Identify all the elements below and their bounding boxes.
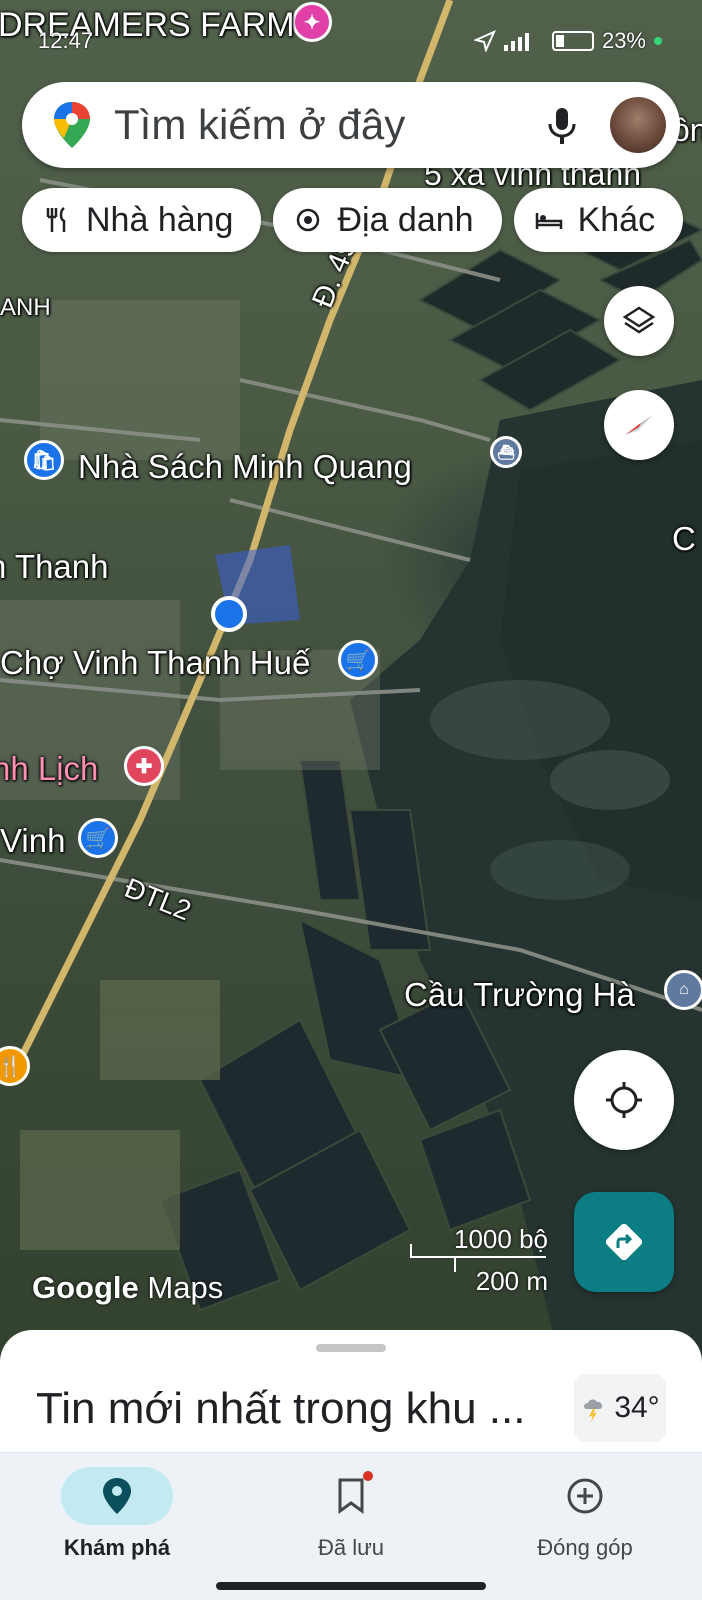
nav-label: Đóng góp: [537, 1535, 633, 1560]
chip-hotel[interactable]: Khác: [513, 188, 684, 252]
weather-badge[interactable]: 34°: [574, 1374, 666, 1442]
nav-icon-container: [61, 1467, 173, 1525]
thunderstorm-icon: [584, 1399, 603, 1422]
chip-label: Địa danh: [337, 200, 474, 239]
signal-icon: [503, 33, 529, 51]
my-location-icon: [606, 1082, 642, 1118]
map-label-lich[interactable]: nh Lịch: [0, 750, 98, 788]
my-location-button[interactable]: [574, 1050, 674, 1150]
map-pin-pink-icon[interactable]: ✦: [292, 2, 332, 42]
shopping-pin-icon[interactable]: 🛍: [24, 440, 64, 480]
market-pin-icon[interactable]: 🛒: [338, 640, 378, 680]
compass-button[interactable]: [604, 390, 674, 460]
category-chips: Nhà hàng Địa danh Khác: [22, 188, 684, 252]
chip-landmark[interactable]: Địa danh: [273, 188, 502, 252]
scale-metric: 200 m: [475, 1266, 548, 1296]
location-pin-icon: [103, 1478, 131, 1514]
mic-icon[interactable]: [542, 100, 582, 150]
bottom-nav: Khám phá Đã lưu Đóng góp: [0, 1452, 702, 1600]
map-scale: 1000 bộ 200 m: [408, 1224, 548, 1296]
chip-restaurant[interactable]: Nhà hàng: [22, 188, 262, 252]
scale-imperial: 1000 bộ: [454, 1224, 548, 1254]
bottom-sheet[interactable]: Tin mới nhất trong khu ... 34°: [0, 1330, 702, 1460]
map-label-cho[interactable]: Chợ Vinh Thanh Huế: [0, 644, 310, 682]
nav-label: Đã lưu: [317, 1535, 385, 1560]
layers-icon: [622, 306, 656, 334]
search-input[interactable]: Tìm kiếm ở đây: [114, 101, 542, 149]
nav-explore[interactable]: Khám phá: [0, 1453, 234, 1583]
restaurant-icon: [46, 207, 66, 232]
nav-icon-container: [529, 1467, 641, 1525]
compass-icon: [625, 415, 653, 435]
directions-icon: [605, 1223, 643, 1261]
avatar[interactable]: [610, 97, 666, 153]
home-indicator[interactable]: [216, 1582, 486, 1590]
map-label-thanh: h Thanh: [0, 548, 109, 585]
scale-tick: [454, 1256, 456, 1272]
shopping-cart-pin-icon[interactable]: 🛒: [78, 818, 118, 858]
hospital-pin-icon[interactable]: ✚: [124, 746, 164, 786]
ferry-pin-icon[interactable]: ⛴: [490, 436, 522, 468]
google-maps-attribution: Google Maps: [32, 1270, 223, 1306]
map-label-edge-c: C: [672, 520, 696, 557]
status-time: 12:47: [38, 28, 94, 53]
search-bar[interactable]: Tìm kiếm ở đây: [22, 82, 680, 168]
nav-saved[interactable]: Đã lưu: [234, 1453, 468, 1583]
privacy-indicator-icon: [654, 37, 662, 45]
nav-icon-container: [295, 1467, 407, 1525]
status-icons: 23%: [473, 28, 662, 54]
map-label-anh: ANH: [0, 294, 51, 321]
notification-dot: [363, 1471, 373, 1481]
map-label-nha-sach[interactable]: Nhà Sách Minh Quang: [78, 448, 412, 486]
bookmark-icon: [338, 1478, 364, 1514]
weather-temp: 34°: [614, 1391, 660, 1424]
scale-line: [410, 1256, 546, 1258]
location-arrow-icon: [473, 30, 496, 52]
maps-wordmark: Maps: [147, 1270, 224, 1305]
battery-icon: [551, 31, 594, 51]
map-label-vinh: Vinh: [0, 822, 66, 859]
google-maps-pin-icon: [54, 102, 90, 148]
google-wordmark: Google: [32, 1270, 139, 1305]
landmark-icon: [297, 208, 320, 232]
nav-contribute[interactable]: Đóng góp: [468, 1453, 702, 1583]
nav-label: Khám phá: [63, 1535, 171, 1560]
hotel-icon: [535, 213, 562, 229]
map-label-cau[interactable]: Cầu Trường Hà: [404, 976, 635, 1014]
bridge-pin-icon[interactable]: ⌂: [664, 970, 702, 1010]
battery-percent: 23%: [601, 28, 646, 53]
sheet-title: Tin mới nhất trong khu ...: [36, 1384, 526, 1433]
add-circle-icon: [567, 1478, 603, 1514]
directions-button[interactable]: [574, 1192, 674, 1292]
chip-label: Nhà hàng: [86, 200, 234, 239]
sheet-drag-handle[interactable]: [316, 1344, 386, 1352]
layers-button[interactable]: [604, 286, 674, 356]
chip-label: Khác: [577, 200, 656, 239]
